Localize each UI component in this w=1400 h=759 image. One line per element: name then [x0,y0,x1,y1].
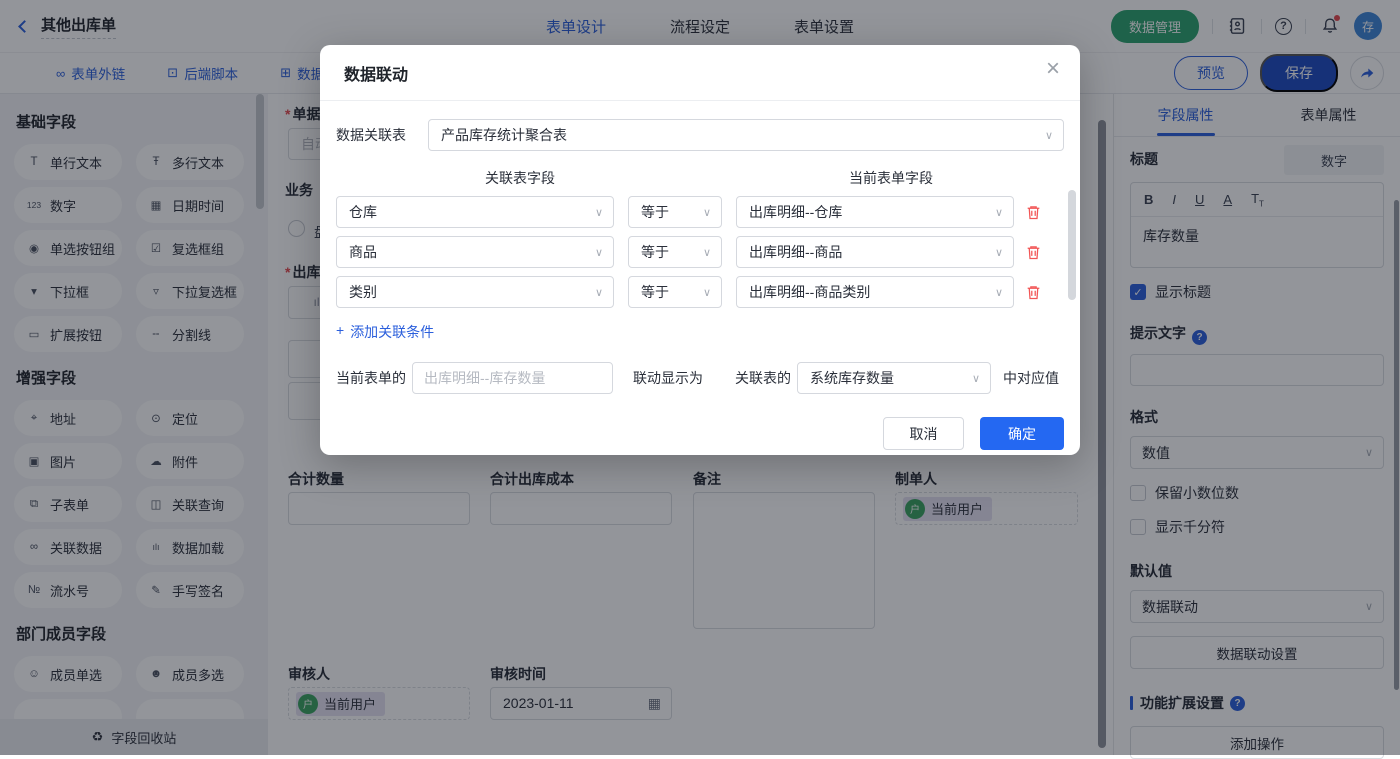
chevron-down-icon: ∨ [994,246,1003,259]
mapping-source-input[interactable] [412,362,613,394]
column-header-linked-fields: 关联表字段 [485,170,555,186]
form-field-value: 出库明细--商品 [749,244,843,260]
chevron-down-icon: ∨ [702,206,711,219]
mapping-prefix-label: 当前表单的 [336,370,406,386]
add-condition-label: 添加关联条件 [350,324,435,340]
form-field-select[interactable]: 出库明细--商品 ∨ [736,236,1014,268]
linked-field-select[interactable]: 类别 ∨ [336,276,614,308]
mapping-target-value: 系统库存数量 [810,370,894,386]
delete-row-button[interactable] [1025,204,1042,221]
linked-table-select[interactable]: 产品库存统计聚合表 ∨ [428,119,1064,151]
chevron-down-icon: ∨ [1044,129,1053,142]
chevron-down-icon: ∨ [971,372,980,385]
add-condition-button[interactable]: + 添加关联条件 [336,322,434,342]
column-header-form-fields: 当前表单字段 [849,170,933,186]
data-linkage-modal: 数据联动 × 数据关联表 产品库存统计聚合表 ∨ 关联表字段 当前表单字段 仓库… [320,45,1080,455]
chevron-down-icon: ∨ [702,286,711,299]
operator-select[interactable]: 等于 ∨ [628,236,722,268]
mapping-row: 当前表单的 联动显示为 关联表的 系统库存数量 ∨ 中对应值 [336,362,1064,394]
condition-row: 类别 ∨ 等于 ∨ 出库明细--商品类别 ∨ [336,276,1064,308]
linked-field-value: 商品 [349,244,377,260]
trash-icon [1027,245,1040,259]
chevron-down-icon: ∨ [702,246,711,259]
operator-value: 等于 [641,204,669,220]
chevron-down-icon: ∨ [994,206,1003,219]
modal-title: 数据联动 [344,66,409,84]
chevron-down-icon: ∨ [594,246,603,259]
mapping-suffix-label: 中对应值 [1003,370,1059,386]
operator-value: 等于 [641,284,669,300]
linked-field-value: 仓库 [349,204,377,220]
cancel-button[interactable]: 取消 [883,417,964,450]
close-icon[interactable]: × [1046,57,1060,81]
confirm-button[interactable]: 确定 [980,417,1064,450]
condition-row: 商品 ∨ 等于 ∨ 出库明细--商品 ∨ [336,236,1064,268]
operator-select[interactable]: 等于 ∨ [628,196,722,228]
linked-field-value: 类别 [349,284,377,300]
linked-field-select[interactable]: 商品 ∨ [336,236,614,268]
chevron-down-icon: ∨ [994,286,1003,299]
form-field-value: 出库明细--仓库 [749,204,843,220]
condition-row: 仓库 ∨ 等于 ∨ 出库明细--仓库 ∨ [336,196,1064,228]
operator-select[interactable]: 等于 ∨ [628,276,722,308]
linked-field-select[interactable]: 仓库 ∨ [336,196,614,228]
chevron-down-icon: ∨ [594,286,603,299]
trash-icon [1027,285,1040,299]
operator-value: 等于 [641,244,669,260]
mapping-target-select[interactable]: 系统库存数量 ∨ [797,362,991,394]
mapping-middle-label: 联动显示为 [633,370,703,386]
modal-scrollbar[interactable] [1068,190,1076,300]
trash-icon [1027,205,1040,219]
delete-row-button[interactable] [1025,244,1042,261]
delete-row-button[interactable] [1025,284,1042,301]
linked-table-value: 产品库存统计聚合表 [441,127,567,143]
form-field-select[interactable]: 出库明细--商品类别 ∨ [736,276,1014,308]
mapping-of-table-label: 关联表的 [735,370,791,386]
form-field-value: 出库明细--商品类别 [749,284,871,300]
form-field-select[interactable]: 出库明细--仓库 ∨ [736,196,1014,228]
plus-icon: + [336,322,345,338]
linked-table-label: 数据关联表 [336,127,406,143]
chevron-down-icon: ∨ [594,206,603,219]
